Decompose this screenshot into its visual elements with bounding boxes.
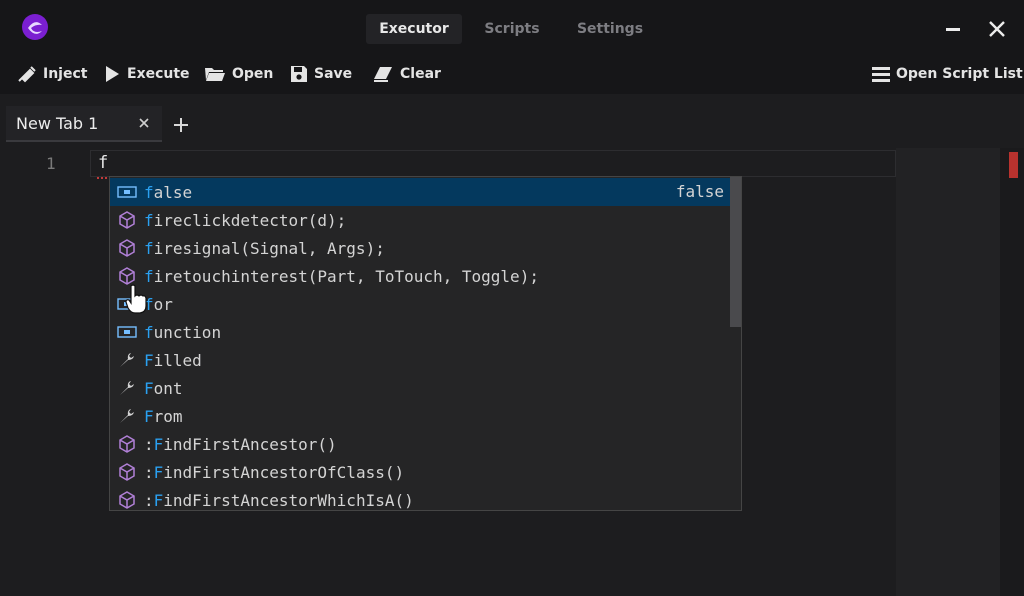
suggestion-label: :FindFirstAncestorOfClass() (144, 462, 405, 482)
suggestion-item[interactable]: function (110, 318, 730, 346)
save-button[interactable]: Save (290, 62, 352, 86)
hamburger-list-icon (872, 67, 890, 82)
property-wrench-icon (110, 402, 144, 430)
method-cube-icon (110, 234, 144, 262)
suggestion-label: false (144, 182, 193, 202)
suggestion-label: From (144, 406, 183, 426)
suggestion-item[interactable]: firesignal(Signal, Args); (110, 234, 730, 262)
suggestion-label: :FindFirstAncestor() (144, 434, 337, 454)
add-tab-icon[interactable] (172, 116, 190, 134)
suggestion-label: firesignal(Signal, Args); (144, 238, 385, 258)
clear-button[interactable]: Clear (372, 62, 441, 86)
tab-executor[interactable]: Executor (366, 14, 462, 44)
save-label: Save (314, 66, 353, 82)
eraser-icon (374, 67, 392, 82)
suggestion-item[interactable]: firetouchinterest(Part, ToTouch, Toggle)… (110, 262, 730, 290)
suggest-scrollbar[interactable] (730, 177, 741, 327)
vertical-scrollbar[interactable] (1000, 148, 1024, 596)
open-script-list-button[interactable]: Open Script List (872, 62, 1023, 86)
minimize-button[interactable] (938, 14, 968, 44)
suggestion-label: function (144, 322, 222, 342)
suggestion-detail: false (675, 182, 724, 201)
suggestion-label: fireclickdetector(d); (144, 210, 347, 230)
line-number: 1 (46, 154, 56, 173)
suggestion-item[interactable]: for (110, 290, 730, 318)
keyword-icon (110, 178, 144, 206)
floppy-disk-icon (291, 66, 307, 82)
suggestion-label: for (144, 294, 173, 314)
property-wrench-icon (110, 374, 144, 402)
current-line-highlight (90, 150, 896, 177)
execute-button[interactable]: Execute (103, 62, 190, 86)
suggestion-item[interactable]: :FindFirstAncestorWhichIsA() (110, 486, 730, 510)
suggestion-item[interactable]: Font (110, 374, 730, 402)
open-script-list-label: Open Script List (896, 66, 1023, 82)
execute-label: Execute (127, 66, 190, 82)
method-cube-icon (110, 430, 144, 458)
close-button[interactable] (982, 14, 1012, 44)
minimap[interactable] (896, 148, 1000, 596)
suggestion-item[interactable]: :FindFirstAncestorOfClass() (110, 458, 730, 486)
keyword-icon (110, 318, 144, 346)
code-line[interactable]: f (98, 153, 108, 173)
clear-label: Clear (400, 66, 441, 82)
title-bar: Executor Scripts Settings (0, 0, 1024, 56)
inject-label: Inject (43, 66, 88, 82)
suggestion-item[interactable]: false false (110, 178, 730, 206)
open-label: Open (232, 66, 274, 82)
close-tab-icon[interactable] (137, 116, 151, 130)
tab-scripts[interactable]: Scripts (474, 14, 550, 44)
suggestion-label: :FindFirstAncestorWhichIsA() (144, 490, 414, 510)
editor-tab-label: New Tab 1 (16, 114, 99, 133)
suggestion-item[interactable]: :FindFirstAncestor() (110, 430, 730, 458)
hand-cursor-icon (125, 284, 147, 314)
tab-settings[interactable]: Settings (566, 14, 654, 44)
suggestion-item[interactable]: Filled (110, 346, 730, 374)
close-icon (989, 21, 1005, 37)
suggestion-label: Font (144, 378, 183, 398)
editor-tab-bar: New Tab 1 (0, 94, 1024, 148)
autocomplete-dropdown: :FindFirstAncestorWhichIsA() :FindFirstAn… (109, 176, 742, 511)
suggestion-item[interactable]: fireclickdetector(d); (110, 206, 730, 234)
error-scroll-marker (1009, 152, 1018, 178)
method-cube-icon (110, 458, 144, 486)
suggestion-item[interactable]: From (110, 402, 730, 430)
editor-tab[interactable]: New Tab 1 (6, 106, 162, 142)
method-cube-icon (110, 206, 144, 234)
toolbar: Inject Execute Open Save Clear Open Scri… (0, 56, 1024, 94)
inject-button[interactable]: Inject (17, 62, 87, 86)
property-wrench-icon (110, 346, 144, 374)
suggestion-label: Filled (144, 350, 202, 370)
method-cube-icon (110, 486, 144, 510)
folder-open-icon (205, 68, 225, 81)
electron-logo-icon (22, 14, 48, 40)
open-button[interactable]: Open (204, 62, 273, 86)
play-icon (106, 66, 119, 82)
syringe-icon (18, 66, 36, 83)
suggestion-label: firetouchinterest(Part, ToTouch, Toggle)… (144, 266, 539, 286)
minimize-icon (946, 28, 960, 31)
